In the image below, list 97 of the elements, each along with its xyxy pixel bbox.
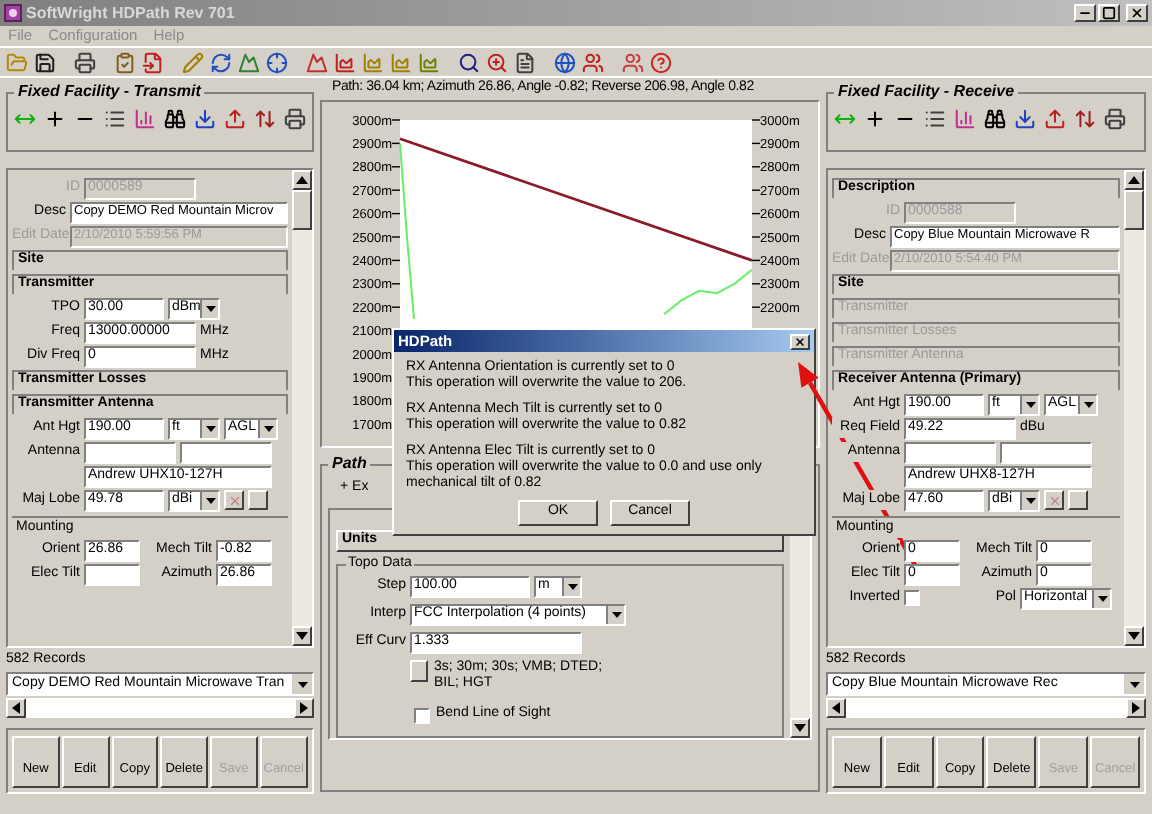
- scroll-right-button[interactable]: [294, 698, 314, 718]
- minimize-button[interactable]: [1074, 4, 1096, 22]
- scroll-up-button[interactable]: [292, 170, 312, 190]
- list-icon[interactable]: [104, 108, 126, 130]
- upload-icon[interactable]: [1044, 108, 1066, 130]
- caret-icon: [611, 612, 621, 618]
- crosshair-icon[interactable]: [266, 51, 288, 73]
- caret-icon: [1097, 595, 1107, 601]
- scroll-left-button[interactable]: [826, 698, 846, 718]
- scroll-thumb[interactable]: [1124, 190, 1144, 230]
- search-icon[interactable]: [458, 51, 480, 73]
- up-arrow-icon: [1128, 176, 1140, 184]
- clipboard-icon[interactable]: [114, 51, 136, 73]
- zoom-in-icon[interactable]: [486, 51, 508, 73]
- down-arrow-icon: [1128, 632, 1140, 640]
- help-icon[interactable]: [650, 51, 672, 73]
- cross-icon: [1047, 493, 1061, 507]
- close-button[interactable]: [1126, 4, 1148, 22]
- scroll-down-button[interactable]: [790, 717, 810, 737]
- binoculars-icon[interactable]: [164, 108, 186, 130]
- scroll-thumb[interactable]: [292, 190, 312, 230]
- list-icon[interactable]: [924, 108, 946, 130]
- up-down-arrow-icon[interactable]: [1074, 108, 1096, 130]
- left-arrow-icon: [832, 702, 840, 714]
- bar-chart-icon[interactable]: [954, 108, 976, 130]
- text-field[interactable]: [180, 441, 272, 463]
- horizontal-scrollbar[interactable]: [6, 698, 314, 718]
- maximize-button[interactable]: [1098, 4, 1120, 22]
- left-arrow-icon: [12, 702, 20, 714]
- group-title: Fixed Facility - Transmit: [16, 80, 204, 104]
- clear-button[interactable]: [1044, 490, 1064, 510]
- printer-icon[interactable]: [74, 51, 96, 73]
- minimize-icon: [1078, 6, 1092, 20]
- download-icon[interactable]: [194, 108, 216, 130]
- caret-icon: [1083, 401, 1093, 407]
- close-button[interactable]: [790, 333, 810, 349]
- add-icon[interactable]: [864, 108, 886, 130]
- upload-icon[interactable]: [224, 108, 246, 130]
- file-icon[interactable]: [142, 51, 164, 73]
- terrain-line: [663, 268, 753, 316]
- printer-icon[interactable]: [284, 108, 306, 130]
- people-icon[interactable]: [582, 51, 604, 73]
- bar-chart-icon[interactable]: [134, 108, 156, 130]
- up-down-arrow-icon[interactable]: [254, 108, 276, 130]
- area-chart-icon[interactable]: [334, 51, 356, 73]
- vertical-scrollbar[interactable]: [1124, 170, 1144, 646]
- scroll-left-button[interactable]: [6, 698, 26, 718]
- mountain-icon[interactable]: [306, 51, 328, 73]
- printer-icon[interactable]: [1104, 108, 1126, 130]
- clear-button[interactable]: [224, 490, 244, 510]
- text-field[interactable]: [1000, 441, 1092, 463]
- caret-icon: [567, 584, 577, 590]
- right-arrow-icon: [1132, 702, 1140, 714]
- browse-button[interactable]: [248, 490, 268, 510]
- scroll-right-button[interactable]: [1126, 698, 1146, 718]
- window-title: SoftWright HDPath Rev 701: [26, 1, 235, 25]
- down-arrow-icon: [794, 723, 806, 731]
- caret-icon: [1025, 401, 1035, 407]
- caret-icon: [205, 305, 216, 311]
- caret-icon: [297, 681, 307, 687]
- text-field[interactable]: [84, 441, 176, 463]
- globe-icon[interactable]: [554, 51, 576, 73]
- down-arrow-icon: [296, 632, 308, 640]
- area-chart-icon[interactable]: [418, 51, 440, 73]
- close-icon: [794, 335, 806, 347]
- up-arrow-icon: [296, 176, 308, 184]
- binoculars-icon[interactable]: [984, 108, 1006, 130]
- save-icon[interactable]: [34, 51, 56, 73]
- close-icon: [1130, 6, 1144, 20]
- group-title: Fixed Facility - Receive: [836, 80, 1017, 104]
- text-field[interactable]: [84, 563, 140, 585]
- caret-icon: [205, 425, 215, 431]
- text-field[interactable]: [904, 441, 996, 463]
- caret-icon: [205, 497, 215, 503]
- right-arrow-icon: [300, 702, 308, 714]
- caret-icon: [263, 425, 273, 431]
- checkbox[interactable]: [414, 707, 430, 723]
- cross-icon: [227, 493, 241, 507]
- caret-icon: [1025, 497, 1035, 503]
- horizontal-scrollbar[interactable]: [826, 698, 1146, 718]
- scroll-down-button[interactable]: [292, 626, 312, 646]
- group-title: Path: [330, 452, 369, 476]
- vertical-scrollbar[interactable]: [292, 170, 312, 646]
- mountain-icon[interactable]: [238, 51, 260, 73]
- refresh-icon[interactable]: [210, 51, 232, 73]
- download-icon[interactable]: [1014, 108, 1036, 130]
- data-type-button[interactable]: [410, 659, 428, 681]
- app-icon: [4, 4, 22, 22]
- document-icon[interactable]: [514, 51, 536, 73]
- browse-button[interactable]: [1068, 490, 1088, 510]
- add-icon[interactable]: [44, 108, 66, 130]
- caret-icon: [1129, 681, 1139, 687]
- checkbox[interactable]: [904, 590, 920, 606]
- maximize-icon: [1102, 6, 1116, 20]
- scroll-up-button[interactable]: [1124, 170, 1144, 190]
- people-icon[interactable]: [622, 51, 644, 73]
- scroll-down-button[interactable]: [1124, 626, 1144, 646]
